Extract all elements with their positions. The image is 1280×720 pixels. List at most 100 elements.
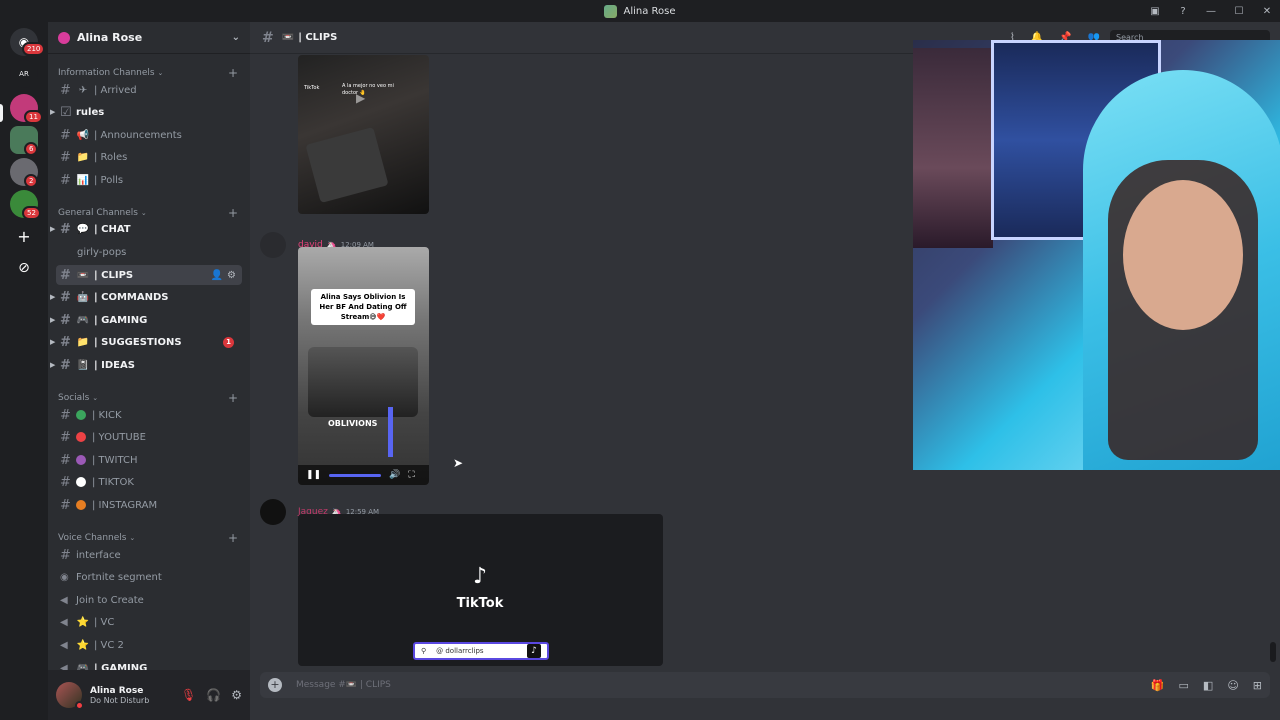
- chevron-down-icon: ⌄: [231, 32, 240, 43]
- channel-interface[interactable]: # interface: [56, 545, 242, 565]
- channel-label: rules: [76, 106, 105, 118]
- guild-header[interactable]: Alina Rose ⌄: [48, 22, 250, 54]
- pause-icon[interactable]: ❚❚: [306, 470, 321, 480]
- add-channel-icon[interactable]: +: [228, 206, 238, 220]
- gear-icon[interactable]: ⚙: [227, 270, 236, 281]
- add-attachment-icon[interactable]: +: [268, 678, 282, 692]
- volume-icon[interactable]: 🔊: [389, 470, 400, 480]
- channel-youtube[interactable]: # | YOUTUBE: [56, 427, 242, 447]
- message-input[interactable]: Message #📼 | CLIPS: [296, 680, 391, 690]
- voice-join-to-create[interactable]: ◀ Join to Create: [56, 590, 242, 610]
- star-icon: ⭐: [76, 616, 90, 628]
- gif-icon[interactable]: ▭: [1179, 679, 1189, 692]
- video-player[interactable]: Alina Says Oblivion Is Her BF And Dating…: [298, 247, 429, 485]
- channel-emoji: 📢: [76, 129, 90, 141]
- volume-slider[interactable]: [388, 407, 393, 457]
- channel-label: interface: [76, 549, 121, 561]
- channel-suggestions[interactable]: ▶ # 📁 | SUGGESTIONS 1: [50, 332, 242, 352]
- help-icon[interactable]: ?: [1176, 6, 1190, 17]
- channel-label: | Announcements: [94, 129, 182, 141]
- minimize-button[interactable]: —: [1204, 6, 1218, 17]
- server-badge: 11: [24, 110, 43, 124]
- channel-ideas[interactable]: ▶ # 📓 | IDEAS: [50, 355, 242, 375]
- emoji-icon[interactable]: ☺: [1227, 679, 1238, 692]
- voice-fortnite-segment[interactable]: ◉ Fortnite segment: [56, 567, 242, 587]
- channel-polls[interactable]: # 📊 | Polls: [56, 170, 242, 190]
- fullscreen-icon[interactable]: ⛶: [408, 470, 414, 480]
- channel-chat[interactable]: ▶ # 💬 | CHAT: [50, 219, 242, 239]
- server-4[interactable]: 52: [10, 190, 41, 220]
- server-1[interactable]: 11: [10, 94, 43, 124]
- caret-icon: ▶: [50, 316, 56, 324]
- mute-icon[interactable]: 🎙: [181, 688, 196, 702]
- scrollbar[interactable]: [1270, 642, 1276, 662]
- home-button[interactable]: ◉ 210: [10, 28, 46, 56]
- server-2[interactable]: 6: [10, 126, 39, 156]
- hash-icon: #: [60, 407, 71, 423]
- voice-vc[interactable]: ◀ ⭐ | VC: [56, 612, 242, 632]
- channel-girly-pops[interactable]: girly-pops: [56, 242, 242, 262]
- channel-label: | VC 2: [94, 639, 124, 651]
- mention-badge: 210: [22, 42, 46, 56]
- category-information[interactable]: Information Channels ⌄ +: [58, 66, 238, 80]
- avatar[interactable]: [260, 499, 286, 525]
- add-server-icon[interactable]: +: [10, 222, 38, 250]
- speaker-icon: ◀: [60, 639, 68, 651]
- server-3[interactable]: 2: [10, 158, 39, 188]
- channel-kick[interactable]: # | KICK: [56, 405, 242, 425]
- progress-bar[interactable]: [329, 473, 382, 477]
- channel-rules[interactable]: ▶ ☑ rules: [50, 102, 242, 122]
- gear-icon[interactable]: ⚙: [231, 688, 242, 702]
- server-icon: [604, 4, 618, 18]
- sticker-icon[interactable]: ◧: [1203, 679, 1213, 692]
- apps-icon[interactable]: ⊞: [1253, 679, 1262, 692]
- maximize-button[interactable]: ☐: [1232, 6, 1246, 17]
- add-channel-icon[interactable]: +: [228, 66, 238, 80]
- channel-emoji: 💬: [76, 223, 90, 235]
- video-attachment[interactable]: ♪ TikTok ⚲ @ dollarrclips ♪: [298, 514, 663, 666]
- tiktok-icon: ♪: [472, 564, 488, 589]
- category-general[interactable]: General Channels ⌄ +: [58, 206, 238, 220]
- channel-instagram[interactable]: # | INSTAGRAM: [56, 495, 242, 515]
- category-socials[interactable]: Socials ⌄ +: [58, 391, 238, 405]
- channel-roles[interactable]: # 📁 | Roles: [56, 147, 242, 167]
- add-channel-icon[interactable]: +: [228, 391, 238, 405]
- caret-icon: ▶: [50, 225, 56, 233]
- video-attachment[interactable]: TikTok A la mejor no veo mi doctor 🤚 ▶: [298, 55, 429, 214]
- gift-icon[interactable]: 🎁: [1151, 679, 1165, 692]
- message-composer[interactable]: + Message #📼 | CLIPS 🎁 ▭ ◧ ☺ ⊞: [260, 672, 1270, 698]
- channel-arrived[interactable]: # ✈ | Arrived: [56, 80, 242, 100]
- invite-icon[interactable]: 👤: [211, 270, 223, 281]
- channel-emoji: 📁: [76, 151, 90, 163]
- category-label: Information Channels: [58, 68, 155, 78]
- speaker-icon: ◀: [60, 616, 68, 628]
- channel-gaming[interactable]: ▶ # 🎮 | GAMING: [50, 310, 242, 330]
- avatar[interactable]: [260, 232, 286, 258]
- video-controls: ❚❚ 🔊 ⛶: [298, 465, 429, 485]
- channel-tiktok[interactable]: # | TIKTOK: [56, 472, 242, 492]
- add-channel-icon[interactable]: +: [228, 531, 238, 545]
- inbox-icon[interactable]: ▣: [1148, 6, 1162, 17]
- server-ar[interactable]: AR: [10, 60, 38, 88]
- category-voice[interactable]: Voice Channels ⌄ +: [58, 531, 238, 545]
- deafen-icon[interactable]: 🎧: [206, 688, 221, 702]
- channel-clips[interactable]: # 📼 | CLIPS 👤 ⚙: [56, 265, 242, 285]
- channel-label: | KICK: [92, 409, 122, 421]
- speaker-icon: ◀: [60, 594, 68, 606]
- purple-circle-icon: [76, 455, 86, 465]
- channel-twitch[interactable]: # | TWITCH: [56, 450, 242, 470]
- hash-icon: #: [60, 221, 71, 237]
- hash-icon: #: [60, 312, 71, 328]
- tiktok-watermark: TikTok: [304, 85, 320, 91]
- channel-label: | TIKTOK: [92, 476, 134, 488]
- close-button[interactable]: ✕: [1260, 6, 1274, 17]
- caret-icon: ▶: [50, 338, 56, 346]
- play-icon[interactable]: ▶: [356, 91, 365, 105]
- channel-commands[interactable]: ▶ # 🤖 | COMMANDS: [50, 287, 242, 307]
- avatar[interactable]: [56, 682, 84, 710]
- channel-emoji: ✈: [78, 84, 88, 96]
- channel-announcements[interactable]: # 📢 | Announcements: [56, 125, 242, 145]
- hash-icon: #: [60, 474, 71, 490]
- explore-icon[interactable]: ⊘: [10, 254, 38, 282]
- voice-vc-2[interactable]: ◀ ⭐ | VC 2: [56, 635, 242, 655]
